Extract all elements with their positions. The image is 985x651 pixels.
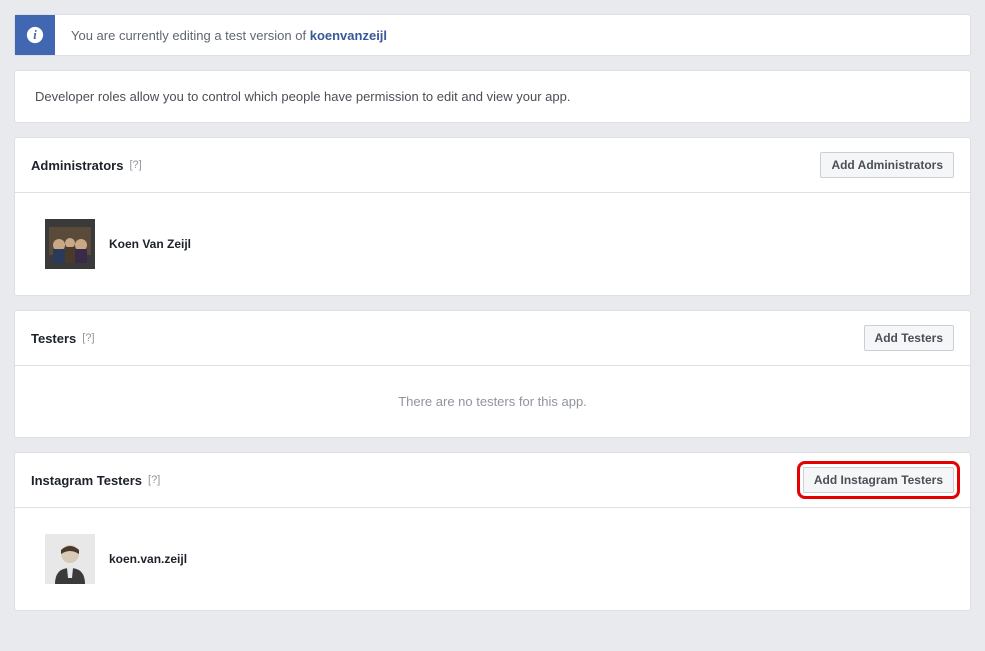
user-name: Koen Van Zeijl (109, 237, 191, 251)
user-row: koen.van.zeijl (45, 534, 940, 584)
section-body: Koen Van Zeijl (15, 193, 970, 295)
help-icon[interactable]: [?] (82, 332, 94, 344)
user-name: koen.van.zeijl (109, 552, 187, 566)
help-icon[interactable]: [?] (129, 159, 141, 171)
testers-empty-state: There are no testers for this app. (15, 366, 970, 437)
add-administrators-button[interactable]: Add Administrators (820, 152, 954, 178)
user-row: Koen Van Zeijl (45, 219, 940, 269)
app-name-link[interactable]: koenvanzeijl (310, 28, 387, 43)
section-title: Instagram Testers [?] (31, 473, 160, 488)
banner-text: You are currently editing a test version… (55, 28, 403, 43)
section-header: Administrators [?] Add Administrators (15, 138, 970, 193)
section-title: Testers [?] (31, 331, 95, 346)
add-testers-button[interactable]: Add Testers (864, 325, 954, 351)
testers-section: Testers [?] Add Testers There are no tes… (14, 310, 971, 438)
test-version-banner: i You are currently editing a test versi… (14, 14, 971, 56)
administrators-section: Administrators [?] Add Administrators Ko… (14, 137, 971, 296)
info-icon: i (15, 15, 55, 55)
add-instagram-testers-button[interactable]: Add Instagram Testers (803, 467, 954, 493)
section-header: Testers [?] Add Testers (15, 311, 970, 366)
help-icon[interactable]: [?] (148, 474, 160, 486)
section-title: Administrators [?] (31, 158, 142, 173)
svg-text:i: i (33, 28, 37, 42)
avatar (45, 534, 95, 584)
section-header: Instagram Testers [?] Add Instagram Test… (15, 453, 970, 508)
roles-description: Developer roles allow you to control whi… (14, 70, 971, 123)
instagram-testers-section: Instagram Testers [?] Add Instagram Test… (14, 452, 971, 611)
section-body: koen.van.zeijl (15, 508, 970, 610)
avatar (45, 219, 95, 269)
